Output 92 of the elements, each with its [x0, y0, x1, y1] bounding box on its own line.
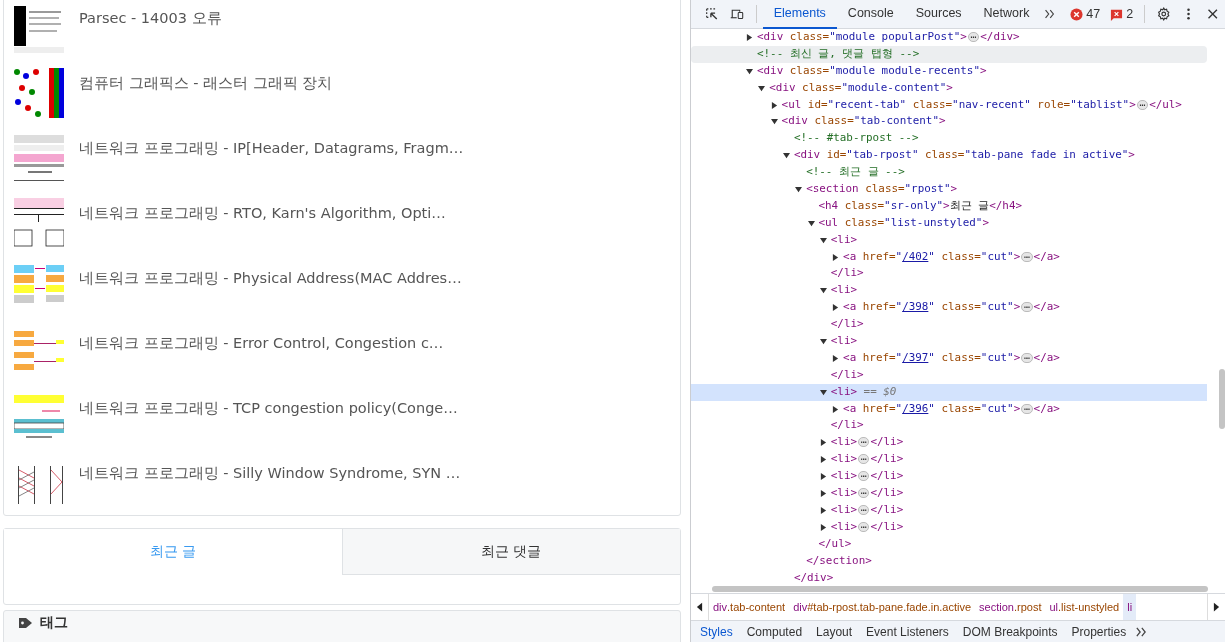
- expanded-triangle-icon[interactable]: [782, 152, 790, 160]
- panel-tab[interactable]: Sources: [904, 0, 973, 29]
- expanded-triangle-icon[interactable]: [807, 219, 815, 227]
- issue-badge[interactable]: 2: [1110, 7, 1134, 21]
- more-tabs-icon[interactable]: [1044, 8, 1056, 20]
- scroll-right-icon[interactable]: [1213, 602, 1220, 612]
- dom-node-line[interactable]: </div>: [793, 569, 834, 587]
- dom-node-line[interactable]: <a href="/397" class="cut"> ⋯ </a>: [843, 349, 1060, 367]
- dom-node-line[interactable]: <!-- #tab-rpost -->: [793, 130, 919, 148]
- dom-node-line[interactable]: <ul id="recent-tab" class="nav-recent" role="tablist"> ⋯ </ul>: [781, 96, 1182, 114]
- dom-node-line[interactable]: <div class="module-content">: [769, 79, 953, 97]
- horizontal-scrollbar[interactable]: [712, 586, 1208, 592]
- dom-node-line[interactable]: </li>: [830, 366, 864, 384]
- inspect-icon[interactable]: [705, 6, 719, 22]
- post-title-link[interactable]: 네트워크 프로그래밍 - IP[Header, Datagrams, Fragm…: [79, 138, 464, 158]
- scroll-left-icon[interactable]: [696, 602, 703, 612]
- post-title-link[interactable]: 네트워크 프로그래밍 - Physical Address(MAC Addres…: [79, 268, 462, 288]
- dom-node-line[interactable]: <li>: [830, 282, 858, 300]
- dom-node-line[interactable]: <div class="module popularPost"> ⋯ </div>: [757, 29, 1020, 46]
- sidebar-tab[interactable]: Computed: [739, 621, 810, 642]
- panel-tab[interactable]: Network: [972, 0, 1041, 29]
- panel-tab[interactable]: Console: [836, 0, 905, 29]
- breadcrumb[interactable]: div#tab-rpost.tab-pane.fade.in.active: [789, 594, 976, 620]
- expanded-triangle-icon[interactable]: [770, 118, 778, 126]
- tags-title: 태그: [40, 614, 68, 631]
- sidebar-tab[interactable]: Event Listeners: [859, 621, 956, 642]
- breadcrumb[interactable]: ul.list-unstyled: [1045, 594, 1124, 620]
- settings-icon[interactable]: [1157, 6, 1171, 22]
- collapsed-triangle-icon[interactable]: [819, 523, 827, 531]
- dom-node-line[interactable]: <h4 class="sr-only">최근 글</h4>: [818, 197, 1022, 215]
- dom-node-line[interactable]: <section class="rpost">: [806, 181, 958, 198]
- dom-node-line[interactable]: <div class="module module-recents">: [757, 62, 987, 80]
- collapsed-triangle-icon[interactable]: [819, 473, 827, 481]
- sidebar-tab[interactable]: Styles: [693, 621, 740, 642]
- collapsed-triangle-icon[interactable]: [819, 490, 827, 497]
- collapsed-triangle-icon[interactable]: [832, 253, 840, 261]
- close-icon[interactable]: [1205, 6, 1219, 22]
- collapsed-triangle-icon[interactable]: [770, 101, 778, 109]
- collapsed-triangle-icon[interactable]: [832, 304, 840, 312]
- dom-node-line[interactable]: <a href="/402" class="cut"> ⋯ </a>: [843, 248, 1060, 266]
- expanded-triangle-icon[interactable]: [795, 185, 803, 193]
- expanded-triangle-icon[interactable]: [746, 67, 753, 75]
- collapsed-triangle-icon[interactable]: [832, 405, 840, 413]
- collapsed-triangle-icon[interactable]: [819, 506, 827, 514]
- dom-node-line[interactable]: </li>: [830, 417, 864, 435]
- dom-node-line[interactable]: <li>: [830, 231, 858, 249]
- dom-node-line[interactable]: <li> ⋯ </li>: [830, 518, 904, 536]
- dom-node-line[interactable]: <li> ⋯ </li>: [830, 468, 904, 486]
- dom-node-line[interactable]: <a href="/398" class="cut"> ⋯ </a>: [843, 299, 1060, 317]
- post-title-link[interactable]: 네트워크 프로그래밍 - TCP congestion policy(Conge…: [79, 398, 458, 418]
- dom-node-line[interactable]: <!-- 최근 글 -->: [806, 164, 905, 182]
- collapsed-triangle-icon[interactable]: [746, 33, 753, 41]
- post-title-link[interactable]: 네트워크 프로그래밍 - Error Control, Congestion c…: [79, 333, 444, 353]
- vertical-scrollbar[interactable]: [1219, 369, 1225, 429]
- more-options-icon[interactable]: [1185, 6, 1191, 22]
- post-title-link[interactable]: Parsec - 14003 오류: [79, 8, 222, 28]
- expanded-triangle-icon[interactable]: [758, 84, 766, 92]
- dom-node-line[interactable]: </li>: [830, 316, 864, 334]
- dom-node-line[interactable]: </li>: [830, 265, 864, 283]
- collapsed-triangle-icon[interactable]: [832, 354, 840, 362]
- panel-tab[interactable]: Elements: [762, 0, 837, 29]
- sidebar-tab[interactable]: Properties: [1064, 621, 1134, 642]
- expanded-triangle-icon[interactable]: [819, 236, 827, 244]
- error-badge[interactable]: 47: [1070, 7, 1101, 21]
- dom-node-line[interactable]: <li> ⋯ </li>: [830, 501, 904, 519]
- dom-node-line[interactable]: <li> == $0: [830, 383, 897, 401]
- expanded-triangle-icon[interactable]: [819, 287, 827, 295]
- sidebar-tab[interactable]: DOM Breakpoints: [955, 621, 1065, 642]
- breadcrumb[interactable]: div.tab-content: [709, 594, 790, 620]
- expanded-triangle-icon[interactable]: [819, 337, 827, 345]
- collapsed-triangle-icon[interactable]: [819, 439, 827, 447]
- dom-node-line[interactable]: <div class="tab-content">: [781, 113, 946, 131]
- tag-icon: [18, 616, 34, 630]
- expanded-triangle-icon[interactable]: [819, 388, 827, 396]
- dom-node-line[interactable]: <div id="tab-rpost" class="tab-pane fade in active">: [793, 147, 1135, 165]
- dom-node-line[interactable]: <li> ⋯ </li>: [830, 485, 904, 502]
- post-title-link[interactable]: 컴퓨터 그래픽스 - 래스터 그래픽 장치: [79, 73, 333, 93]
- more-tabs-icon[interactable]: [1135, 626, 1148, 637]
- breadcrumb[interactable]: li: [1123, 594, 1137, 620]
- dom-node-line[interactable]: </ul>: [818, 535, 852, 553]
- post-title-link[interactable]: 네트워크 프로그래밍 - Silly Window Syndrome, SYN …: [79, 463, 461, 483]
- dom-node-line[interactable]: <li> ⋯ </li>: [830, 451, 904, 469]
- collapsed-triangle-icon[interactable]: [819, 456, 827, 464]
- dom-node-line[interactable]: </section>: [806, 552, 872, 570]
- post-title-link[interactable]: 네트워크 프로그래밍 - RTO, Karn's Algorithm, Opti…: [79, 203, 446, 223]
- dom-node-line[interactable]: <a href="/396" class="cut"> ⋯ </a>: [843, 400, 1060, 418]
- recent-tab[interactable]: 최근 댓글: [341, 529, 680, 575]
- dom-node-line[interactable]: <li>: [830, 333, 858, 350]
- sidebar-tab[interactable]: Layout: [809, 621, 860, 642]
- dom-node-line[interactable]: <ul class="list-unstyled">: [818, 214, 989, 232]
- dom-node-line[interactable]: <li> ⋯ </li>: [830, 434, 904, 452]
- breadcrumb[interactable]: section.rpost: [975, 594, 1046, 620]
